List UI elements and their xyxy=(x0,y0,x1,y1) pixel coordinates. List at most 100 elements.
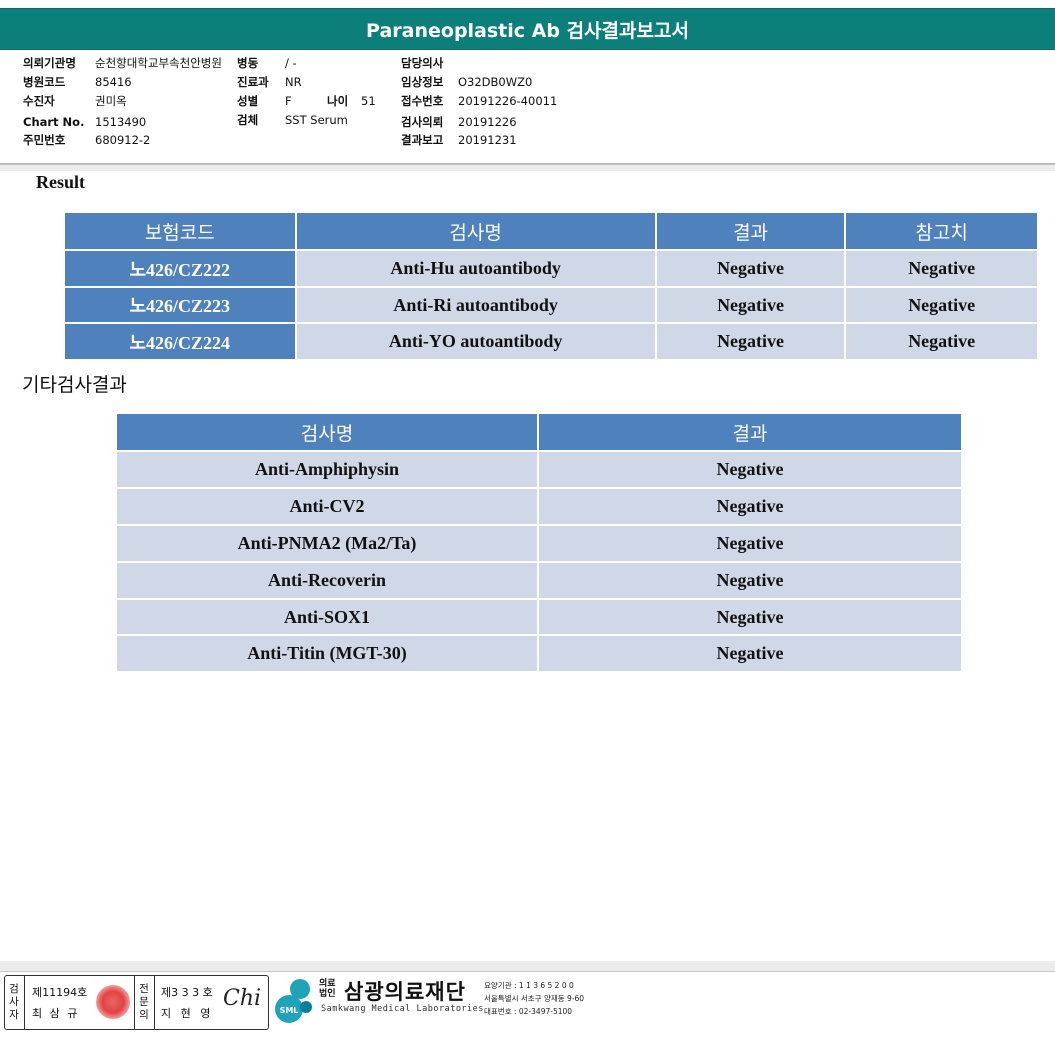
specialist-name: 지 현 영 xyxy=(161,1007,214,1020)
field-label: 검사의뢰 xyxy=(401,115,444,129)
reference-cell: Negative xyxy=(844,286,1039,324)
field-label: 결과보고 xyxy=(401,133,444,147)
org-type-label: 의료 법인 xyxy=(319,979,336,999)
field-value: SST Serum xyxy=(285,113,348,127)
table-row: Anti-PNMA2 (Ma2/Ta) Negative xyxy=(114,524,963,563)
field-label: Chart No. xyxy=(23,115,85,129)
field-label: 병원코드 xyxy=(23,75,66,89)
test-name-cell: Anti-SOX1 xyxy=(114,598,540,636)
field-label: 병동 xyxy=(237,56,259,70)
header-divider-shade xyxy=(0,165,1055,171)
test-name-cell: Anti-Amphiphysin xyxy=(114,450,540,489)
header-row: 검사의뢰 20191226 xyxy=(401,113,517,132)
test-name-cell: Anti-YO autoantibody xyxy=(294,322,657,361)
divider xyxy=(24,976,25,1029)
field-value: 85416 xyxy=(95,75,132,89)
divider xyxy=(154,976,155,1029)
result-cell: Negative xyxy=(537,524,963,563)
insurance-code-cell: 노426/CZ223 xyxy=(63,286,297,324)
header-row: 병동 / - xyxy=(237,54,297,73)
field-value: 순천향대학교부속천안병원 xyxy=(95,56,222,70)
field-value: 51 xyxy=(361,94,376,108)
column-header: 결과 xyxy=(654,211,847,251)
organization-info: 요양기관 : 1 1 3 6 5 2 0 0 서울특별시 서초구 양재동 9-6… xyxy=(484,979,584,1018)
field-value: NR xyxy=(285,75,302,89)
org-info-line: 대표번호 : 02-3497-5100 xyxy=(484,1007,573,1016)
other-results-table: 검사명 결과 Anti-Amphiphysin Negative Anti-CV… xyxy=(114,412,963,673)
table-row: 노426/CZ224 Anti-YO autoantibody Negative… xyxy=(63,322,1039,361)
field-value: F xyxy=(285,94,292,108)
column-header: 보험코드 xyxy=(63,211,297,251)
test-name-cell: Anti-Recoverin xyxy=(114,561,540,600)
organization-name: 삼광의료재단 xyxy=(344,980,466,1004)
header-row: 진료과 NR xyxy=(237,73,302,92)
result-cell: Negative xyxy=(537,598,963,636)
org-prefix: 법인 xyxy=(319,989,336,999)
field-label: 성별 xyxy=(237,94,259,108)
inspector-name: 최 삼 규 xyxy=(32,1007,80,1020)
table-row: 노426/CZ222 Anti-Hu autoantibody Negative… xyxy=(63,249,1039,288)
insurance-code-cell: 노426/CZ222 xyxy=(63,249,297,288)
sml-logo-icon: SML xyxy=(275,979,312,1023)
field-label: 검체 xyxy=(237,113,259,127)
table-row: Anti-Recoverin Negative xyxy=(114,561,963,600)
table-header-row: 보험코드 검사명 결과 참고치 xyxy=(63,211,1039,251)
header-row: 병원코드 85416 xyxy=(23,73,132,92)
field-label: 주민번호 xyxy=(23,133,66,147)
logo-text: SML xyxy=(280,1006,299,1015)
org-info-line: 서울특별시 서초구 양재동 9-60 xyxy=(484,994,585,1003)
header-row: 검체 SST Serum xyxy=(237,111,348,130)
inspector-license-number: 제11194호 xyxy=(32,986,88,999)
table-row: Anti-Titin (MGT-30) Negative xyxy=(114,634,963,673)
result-cell: Negative xyxy=(654,286,847,324)
table-row: Anti-CV2 Negative xyxy=(114,487,963,526)
organization-name-english: Samkwang Medical Laboratories xyxy=(321,1004,484,1014)
result-section-title: Result xyxy=(36,172,85,192)
header-row: 담당의사 xyxy=(401,54,458,73)
field-value: 20191226 xyxy=(458,115,517,129)
specialist-label: 전문의 xyxy=(139,983,149,1021)
divider xyxy=(134,976,135,1029)
test-name-cell: Anti-Titin (MGT-30) xyxy=(114,634,540,673)
seal-stamp xyxy=(96,985,130,1019)
reference-cell: Negative xyxy=(844,249,1039,288)
header-row: 접수번호 20191226-40011 xyxy=(401,92,557,111)
header-row: Chart No. 1513490 xyxy=(23,113,146,132)
result-cell: Negative xyxy=(537,561,963,600)
field-value: / - xyxy=(285,56,297,70)
specialist-license-number: 제3 3 3 호 xyxy=(161,986,213,999)
inspector-label: 검사자 xyxy=(9,983,19,1021)
result-cell: Negative xyxy=(654,249,847,288)
result-cell: Negative xyxy=(537,450,963,489)
field-label: 수진자 xyxy=(23,94,55,108)
field-label: 나이 xyxy=(327,94,349,108)
result-table: 보험코드 검사명 결과 참고치 노426/CZ222 Anti-Hu autoa… xyxy=(63,211,1039,361)
column-header: 검사명 xyxy=(114,412,540,452)
table-row: Anti-Amphiphysin Negative xyxy=(114,450,963,489)
org-info-line: 요양기관 : 1 1 3 6 5 2 0 0 xyxy=(484,981,574,990)
header-row: 결과보고 20191231 xyxy=(401,131,517,150)
field-label: 접수번호 xyxy=(401,94,444,108)
test-name-cell: Anti-Hu autoantibody xyxy=(294,249,657,288)
footer-divider xyxy=(0,961,1055,972)
reference-cell: Negative xyxy=(844,322,1039,361)
table-row: Anti-SOX1 Negative xyxy=(114,598,963,636)
field-label: 의뢰기관명 xyxy=(23,56,76,70)
field-value: 20191226-40011 xyxy=(458,94,558,108)
result-cell: Negative xyxy=(537,634,963,673)
other-section-title: 기타검사결과 xyxy=(22,374,127,396)
header-row: 의뢰기관명 순천향대학교부속천안병원 xyxy=(23,54,222,73)
table-row: 노426/CZ223 Anti-Ri autoantibody Negative… xyxy=(63,286,1039,324)
field-value: 권미옥 xyxy=(95,94,127,108)
test-name-cell: Anti-PNMA2 (Ma2/Ta) xyxy=(114,524,540,563)
field-label: 임상정보 xyxy=(401,75,444,89)
header-row: 수진자 권미옥 xyxy=(23,92,127,111)
org-prefix: 의료 xyxy=(319,979,336,989)
insurance-code-cell: 노426/CZ224 xyxy=(63,322,297,361)
signature-image: Chi xyxy=(223,986,262,1011)
header-row: 성별 F 나이 51 xyxy=(237,92,376,111)
header-row: 주민번호 680912-2 xyxy=(23,131,150,150)
result-cell: Negative xyxy=(654,322,847,361)
column-header: 결과 xyxy=(537,412,963,452)
table-header-row: 검사명 결과 xyxy=(114,412,963,452)
